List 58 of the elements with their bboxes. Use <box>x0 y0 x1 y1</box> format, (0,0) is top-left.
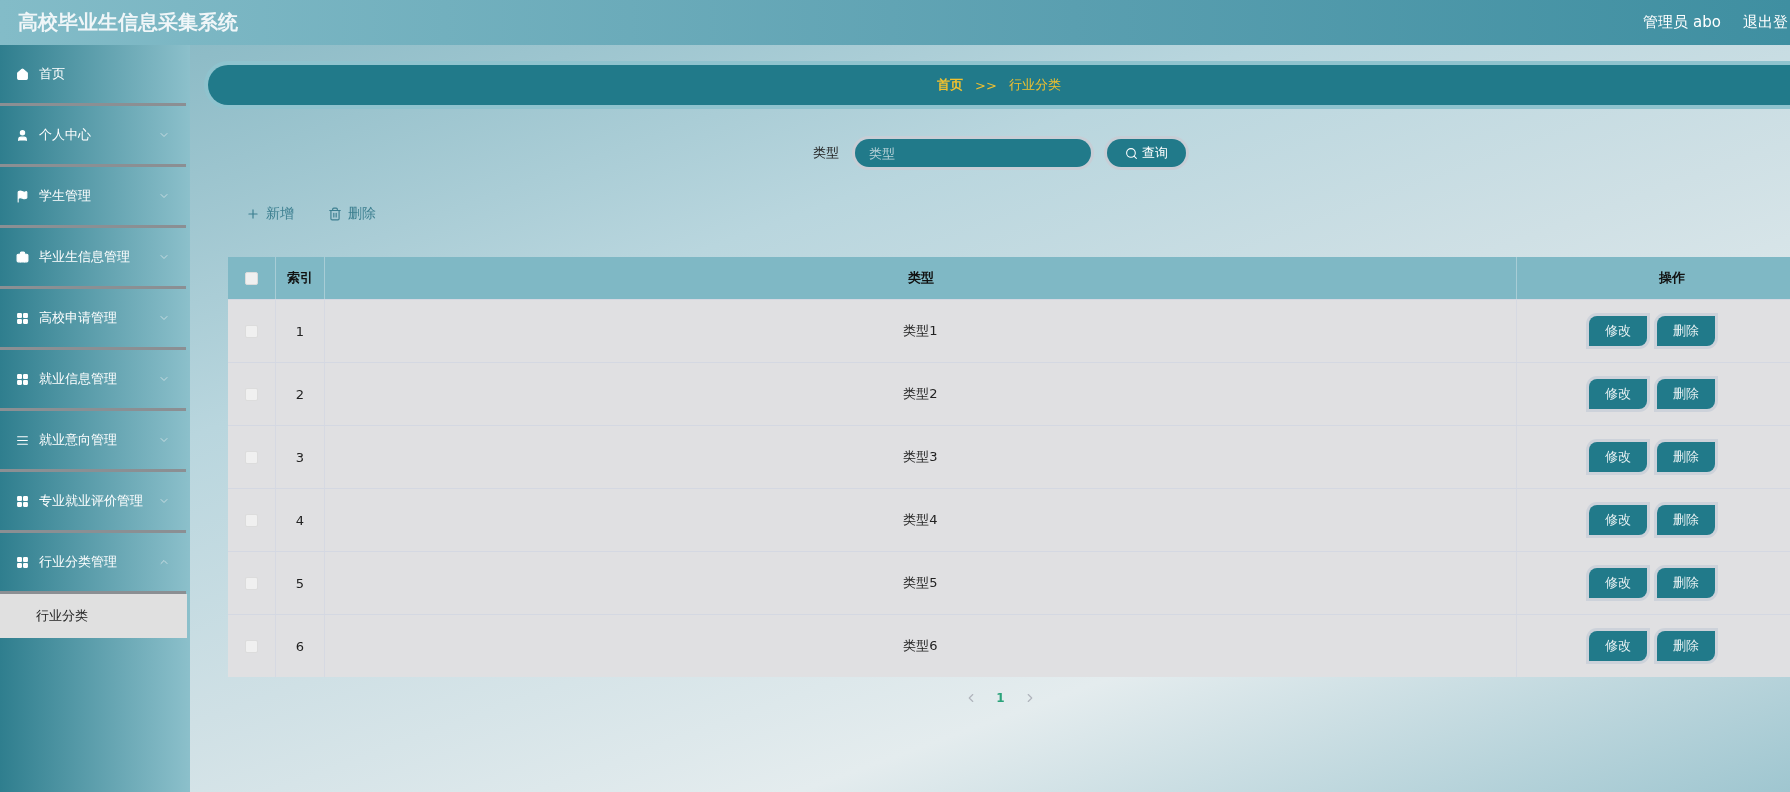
search-label: 类型 <box>812 144 839 162</box>
breadcrumb-separator: >> <box>975 77 997 93</box>
table-cell: 4 <box>295 512 305 528</box>
plus-icon <box>246 207 260 221</box>
sidebar-item[interactable]: 学生管理 <box>0 167 186 228</box>
table-cell: 类型6 <box>903 637 938 655</box>
sidebar-item[interactable]: 就业意向管理 <box>0 411 186 472</box>
logout-link[interactable]: 退出登 <box>1743 13 1788 32</box>
grid-icon <box>16 555 29 569</box>
sidebar-item[interactable]: 首页 <box>0 45 186 106</box>
add-button[interactable]: 新增 <box>246 205 294 223</box>
search-field[interactable]: 类型 <box>854 139 1091 167</box>
edit-button[interactable]: 修改 <box>1589 442 1647 472</box>
home-icon <box>16 67 29 81</box>
table-cell: 1 <box>295 323 305 339</box>
grid-icon <box>16 494 29 508</box>
table-cell: 2 <box>295 386 305 402</box>
table-cell: 类型2 <box>903 385 938 403</box>
table-cell: 6 <box>295 638 305 654</box>
delete-button[interactable]: 删除 <box>328 205 376 223</box>
user-icon <box>16 128 29 142</box>
sidebar-item[interactable]: 就业信息管理 <box>0 350 186 411</box>
table-cell: 3 <box>295 449 305 465</box>
app-title: 高校毕业生信息采集系统 <box>18 9 238 36</box>
user-label: 管理员 abo <box>1643 13 1721 32</box>
edit-button[interactable]: 修改 <box>1589 631 1647 661</box>
edit-button[interactable]: 修改 <box>1589 505 1647 535</box>
delete-button[interactable]: 删除 <box>1657 505 1715 535</box>
delete-button[interactable]: 删除 <box>1657 379 1715 409</box>
flag-icon <box>16 189 29 203</box>
breadcrumb-link[interactable]: 行业分类 <box>1008 76 1061 94</box>
search-icon <box>1124 146 1138 160</box>
sidebar-item[interactable]: 毕业生信息管理 <box>0 228 186 289</box>
sidebar-item[interactable]: 个人中心 <box>0 106 186 167</box>
breadcrumb-link[interactable]: 首页 <box>937 76 964 94</box>
sidebar-subitem[interactable]: 行业分类 <box>0 594 187 638</box>
delete-button[interactable]: 删除 <box>1657 568 1715 598</box>
edit-button[interactable]: 修改 <box>1589 568 1647 598</box>
briefcase-icon <box>16 250 29 264</box>
delete-button[interactable]: 删除 <box>1657 316 1715 346</box>
delete-button[interactable]: 删除 <box>1657 442 1715 472</box>
table-cell: 类型3 <box>903 448 938 466</box>
edit-button[interactable]: 修改 <box>1589 316 1647 346</box>
grid-icon <box>16 372 29 386</box>
page-number[interactable]: 1 <box>996 691 1005 705</box>
edit-button[interactable]: 修改 <box>1589 379 1647 409</box>
delete-button[interactable]: 删除 <box>1657 631 1715 661</box>
sidebar-item[interactable]: 专业就业评价管理 <box>0 472 186 533</box>
sidebar-item[interactable]: 高校申请管理 <box>0 289 186 350</box>
list-icon <box>16 433 29 447</box>
table-cell: 类型1 <box>903 322 938 340</box>
trash-icon <box>328 207 342 221</box>
select-all-checkbox[interactable] <box>245 271 258 285</box>
table-cell: 类型5 <box>903 574 938 592</box>
table-cell: 5 <box>295 575 305 591</box>
table-cell: 类型4 <box>903 511 938 529</box>
grid-icon <box>16 311 29 325</box>
query-button[interactable]: 查询 <box>1106 139 1186 167</box>
